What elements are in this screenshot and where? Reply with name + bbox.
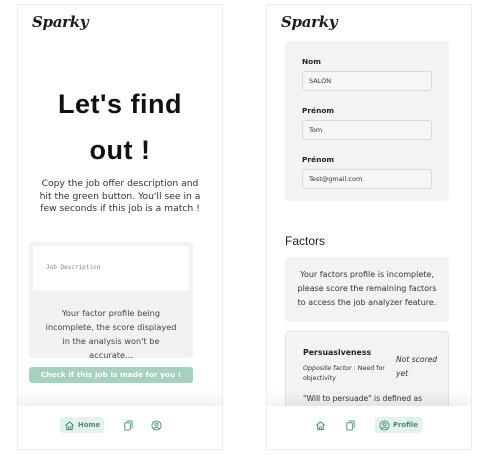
email-field[interactable]: Test@gmail.com <box>302 169 432 189</box>
prenom-field[interactable]: Tom <box>302 120 432 140</box>
app-logo: Sparky <box>32 13 89 31</box>
documents-icon <box>124 419 133 431</box>
nav-home-label: Home <box>78 421 101 429</box>
factor-description: "Will to persuade" is defined as <box>303 394 423 403</box>
nom-field[interactable]: SALON <box>302 71 432 91</box>
home-screen: Sparky Let's find out ! Copy the job off… <box>17 4 223 450</box>
nav-documents-tab[interactable] <box>345 417 356 433</box>
app-logo: Sparky <box>281 13 338 31</box>
nav-profile-label: Profile <box>393 421 418 429</box>
incomplete-factors-notice: Your factors profile is incomplete, plea… <box>285 257 449 322</box>
home-icon <box>316 420 325 430</box>
hero-title-line1: Let's find <box>58 89 182 119</box>
nav-home-tab[interactable] <box>315 417 326 433</box>
opposite-factor-label: Opposite factor <box>303 365 352 372</box>
check-job-button[interactable]: Check if this job is made for you ! <box>29 367 193 383</box>
profile-icon <box>379 419 390 431</box>
job-description-card: Job Description Your factor profile bein… <box>29 242 193 360</box>
nav-profile-tab[interactable] <box>151 417 162 433</box>
nav-home-tab[interactable]: Home <box>60 417 105 433</box>
profile-screen: Sparky Nom SALON Prénom Tom Prénom Test@… <box>266 4 472 450</box>
factor-name: Persuasiveness <box>303 348 372 357</box>
email-label: Prénom <box>302 155 335 164</box>
nav-documents-tab[interactable] <box>123 417 134 433</box>
nav-profile-tab[interactable]: Profile <box>375 417 422 433</box>
incomplete-profile-warning: Your factor profile being incomplete, th… <box>45 308 177 360</box>
nom-label: Nom <box>302 57 321 66</box>
factor-score-status: Not scored yet <box>396 355 438 378</box>
home-icon <box>65 420 74 430</box>
hero-description: Copy the job offer description and hit t… <box>39 178 201 214</box>
profile-icon <box>151 419 162 431</box>
prenom-label: Prénom <box>302 106 335 115</box>
job-description-input[interactable]: Job Description <box>32 245 190 292</box>
documents-icon <box>346 419 355 431</box>
bottom-nav: Profile <box>267 406 471 449</box>
hero-title-line2: out ! <box>89 135 151 165</box>
bottom-nav: Home <box>18 406 222 449</box>
factors-title: Factors <box>285 234 326 248</box>
factor-opposite: Opposite factor : Need for objectivity <box>303 364 395 384</box>
profile-form-card: Nom SALON Prénom Tom Prénom Test@gmail.c… <box>285 41 449 201</box>
